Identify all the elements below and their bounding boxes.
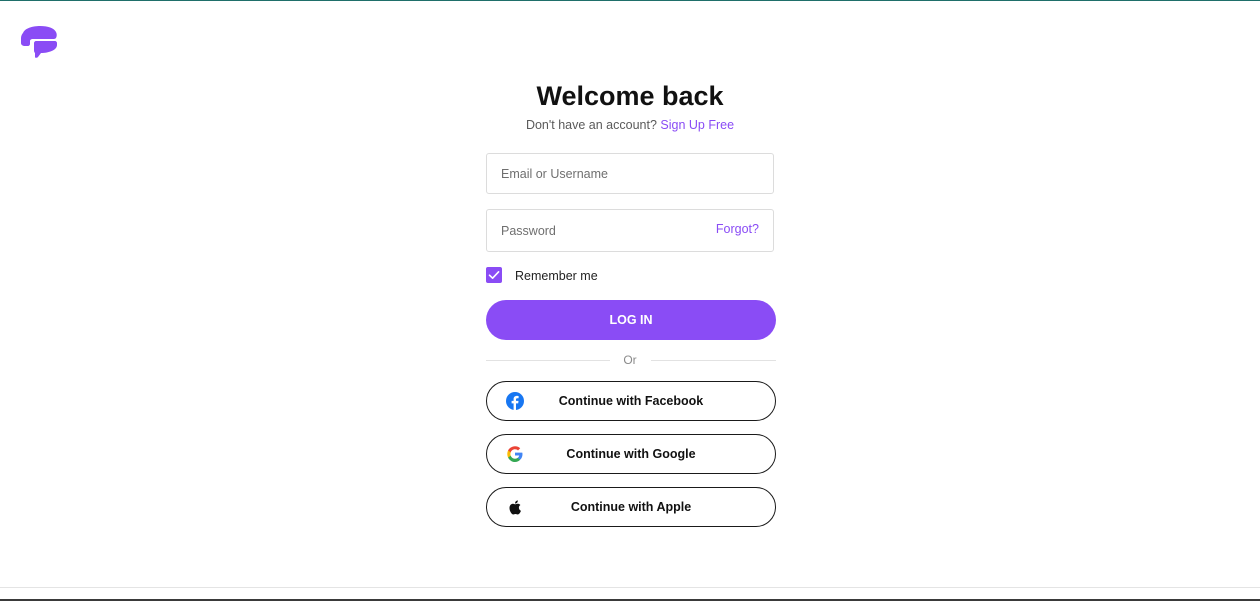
email-input[interactable] xyxy=(501,154,701,193)
no-account-text: Don't have an account? xyxy=(525,118,657,132)
page-title: Welcome back xyxy=(536,81,724,111)
password-input[interactable] xyxy=(501,210,701,251)
facebook-login-label: Continue with Facebook xyxy=(558,394,704,408)
checkmark-icon xyxy=(488,271,500,279)
apple-login-button[interactable]: Continue with Apple xyxy=(486,487,776,527)
apple-login-label: Continue with Apple xyxy=(570,500,692,514)
password-field: Forgot? xyxy=(486,209,774,252)
brand-logo[interactable] xyxy=(19,24,59,60)
remember-me-checkbox[interactable] xyxy=(486,267,502,283)
remember-me-label: Remember me xyxy=(515,269,598,283)
signup-link[interactable]: Sign Up Free xyxy=(660,118,734,132)
footer-border xyxy=(0,587,1260,588)
google-login-label: Continue with Google xyxy=(566,447,696,461)
google-login-button[interactable]: Continue with Google xyxy=(486,434,776,474)
top-border xyxy=(0,0,1260,1)
chat-bubble-logo-icon xyxy=(21,26,57,58)
login-button[interactable]: LOG IN xyxy=(486,300,776,340)
divider-or-text: Or xyxy=(623,353,637,367)
forgot-password-link[interactable]: Forgot? xyxy=(716,222,759,236)
email-field xyxy=(486,153,774,194)
signup-prompt: Don't have an account? Sign Up Free xyxy=(0,118,1260,132)
facebook-login-button[interactable]: Continue with Facebook xyxy=(486,381,776,421)
